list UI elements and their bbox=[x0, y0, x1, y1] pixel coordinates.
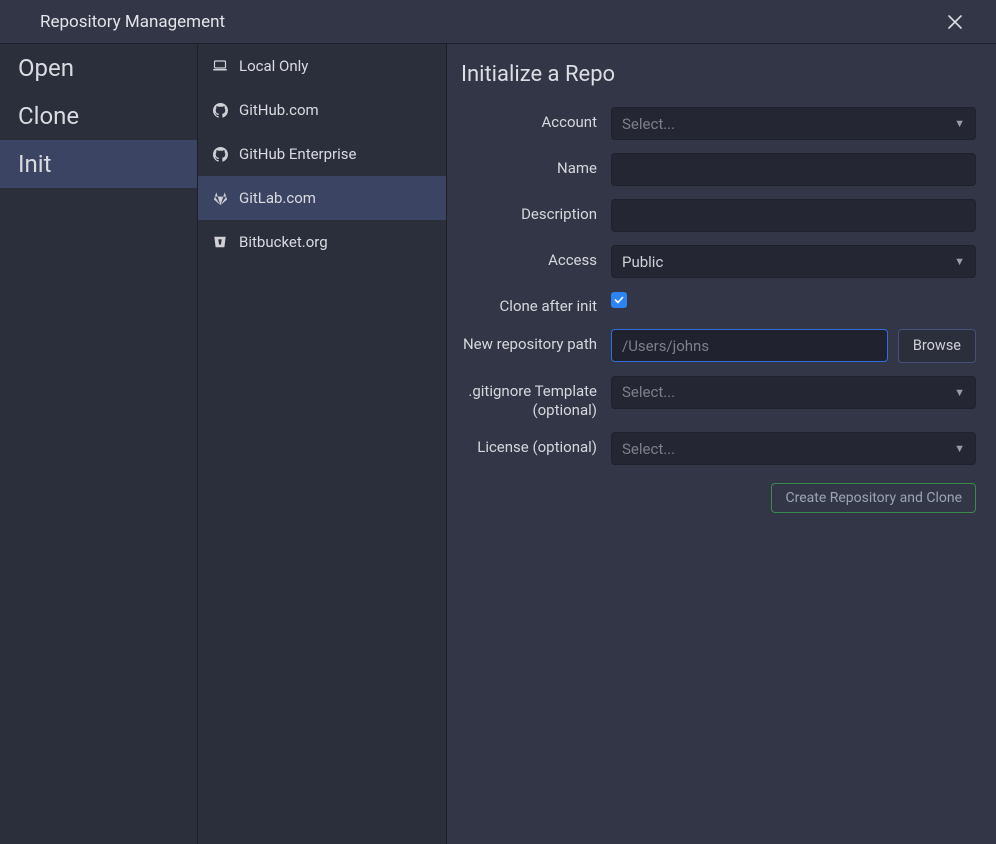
provider-label: Local Only bbox=[239, 57, 308, 75]
access-select[interactable]: Public ▼ bbox=[611, 245, 976, 278]
browse-button[interactable]: Browse bbox=[898, 329, 976, 363]
gitignore-label: .gitignore Template (optional) bbox=[461, 376, 611, 420]
window-title: Repository Management bbox=[40, 12, 225, 32]
chevron-down-icon: ▼ bbox=[954, 442, 965, 455]
account-select-placeholder: Select... bbox=[622, 115, 675, 133]
description-label: Description bbox=[461, 199, 611, 224]
repo-path-input[interactable]: /Users/johns bbox=[611, 329, 888, 362]
description-input[interactable] bbox=[611, 199, 976, 232]
close-icon bbox=[948, 15, 962, 29]
provider-github-com[interactable]: GitHub.com bbox=[198, 88, 446, 132]
access-label: Access bbox=[461, 245, 611, 270]
github-icon bbox=[212, 146, 228, 162]
gitignore-select-placeholder: Select... bbox=[622, 383, 675, 401]
laptop-icon bbox=[212, 58, 228, 74]
form-panel: Initialize a Repo Account Select... ▼ Na… bbox=[447, 44, 996, 844]
gitlab-icon bbox=[212, 190, 228, 206]
clone-after-init-label: Clone after init bbox=[461, 291, 611, 316]
license-label: License (optional) bbox=[461, 432, 611, 457]
provider-label: GitHub Enterprise bbox=[239, 145, 357, 163]
provider-gitlab-com[interactable]: GitLab.com bbox=[198, 176, 446, 220]
nav-init[interactable]: Init bbox=[0, 140, 197, 188]
access-select-value: Public bbox=[622, 253, 663, 271]
chevron-down-icon: ▼ bbox=[954, 386, 965, 399]
repo-path-label: New repository path bbox=[461, 329, 611, 354]
provider-bitbucket-org[interactable]: Bitbucket.org bbox=[198, 220, 446, 264]
license-select[interactable]: Select... ▼ bbox=[611, 432, 976, 465]
provider-label: GitHub.com bbox=[239, 101, 319, 119]
name-input[interactable] bbox=[611, 153, 976, 186]
close-button[interactable] bbox=[944, 11, 966, 33]
primary-nav: Open Clone Init bbox=[0, 44, 198, 844]
nav-open[interactable]: Open bbox=[0, 44, 197, 92]
name-label: Name bbox=[461, 153, 611, 178]
chevron-down-icon: ▼ bbox=[954, 255, 965, 268]
repo-path-value: /Users/johns bbox=[622, 337, 709, 355]
provider-label: GitLab.com bbox=[239, 189, 316, 207]
provider-local-only[interactable]: Local Only bbox=[198, 44, 446, 88]
bitbucket-icon bbox=[212, 234, 228, 250]
account-select[interactable]: Select... ▼ bbox=[611, 107, 976, 140]
nav-clone[interactable]: Clone bbox=[0, 92, 197, 140]
gitignore-select[interactable]: Select... ▼ bbox=[611, 376, 976, 409]
license-select-placeholder: Select... bbox=[622, 440, 675, 458]
form-title: Initialize a Repo bbox=[461, 62, 976, 87]
create-repo-button[interactable]: Create Repository and Clone bbox=[771, 483, 976, 513]
provider-list: Local Only GitHub.com GitHub Enterprise … bbox=[198, 44, 447, 844]
provider-label: Bitbucket.org bbox=[239, 233, 328, 251]
chevron-down-icon: ▼ bbox=[954, 117, 965, 130]
github-icon bbox=[212, 102, 228, 118]
provider-github-enterprise[interactable]: GitHub Enterprise bbox=[198, 132, 446, 176]
clone-after-init-checkbox[interactable] bbox=[611, 292, 627, 308]
account-label: Account bbox=[461, 107, 611, 132]
check-icon bbox=[614, 295, 624, 305]
